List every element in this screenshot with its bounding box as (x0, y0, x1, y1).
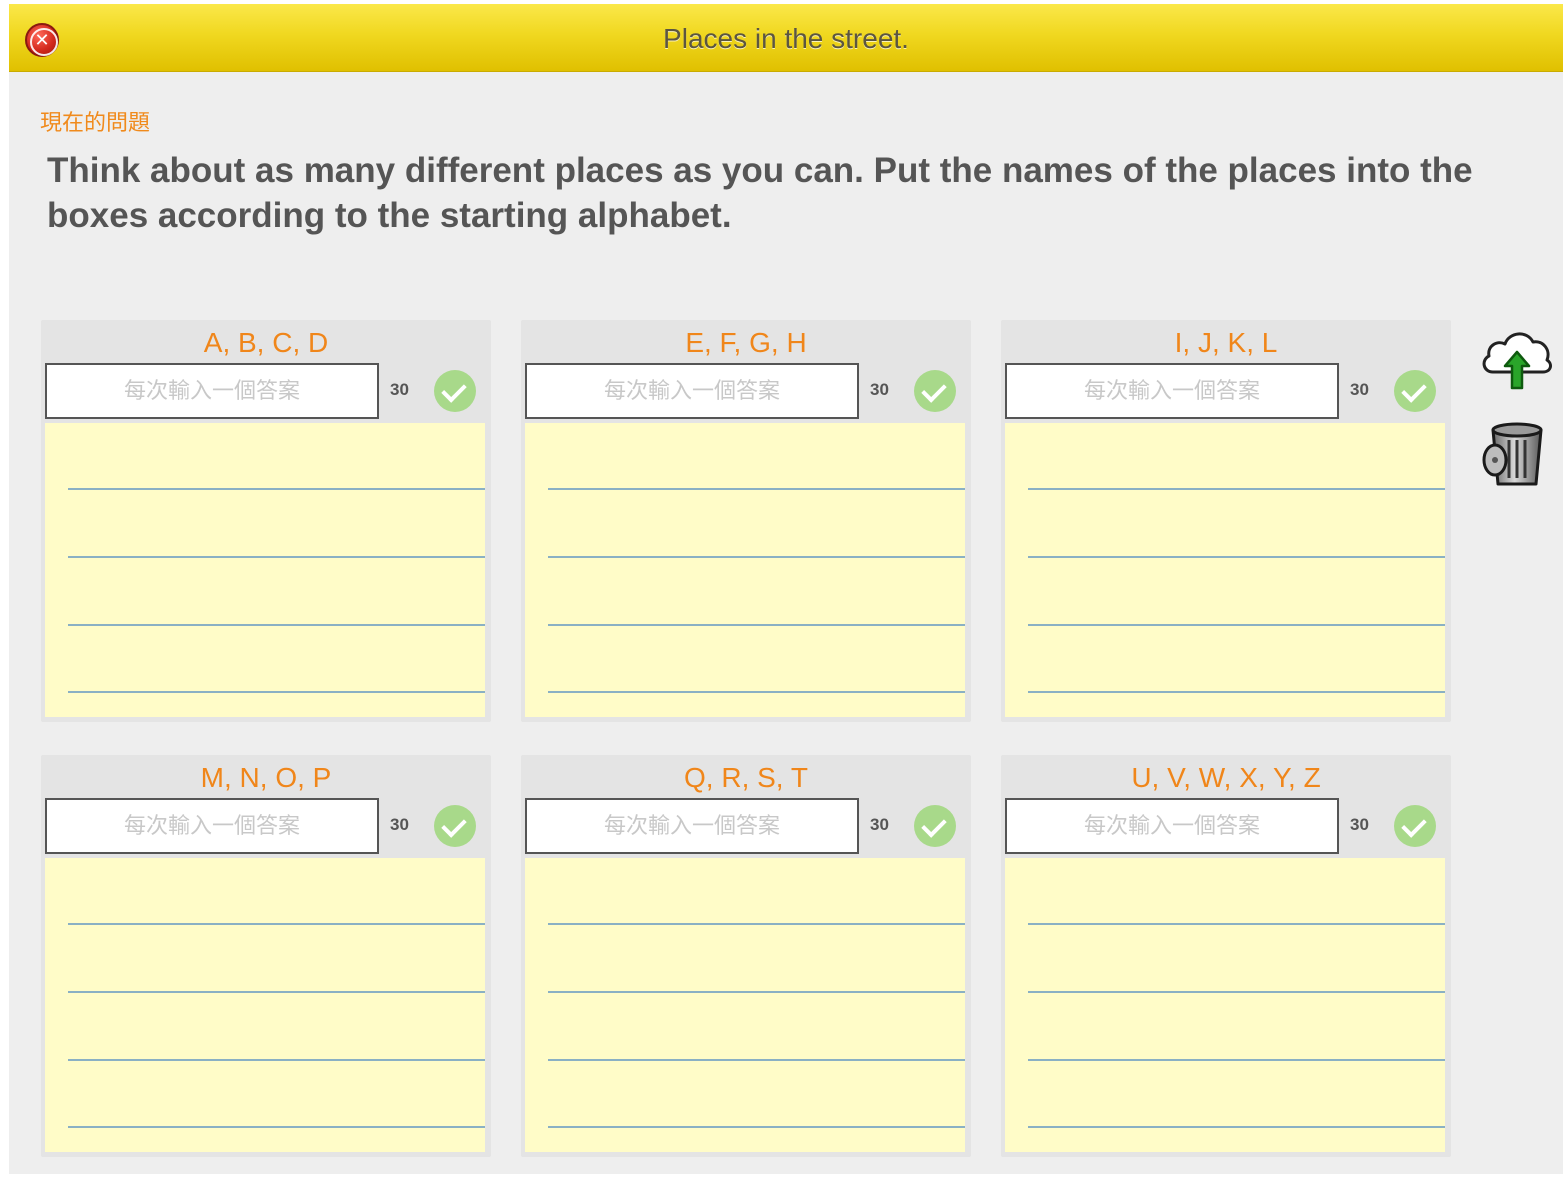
ruled-line (1028, 624, 1445, 626)
answer-count: 30 (1350, 380, 1369, 399)
app-window: ✕ Places in the street. 現在的問題 Think abou… (9, 4, 1563, 1174)
ruled-line (1028, 488, 1445, 490)
answer-input[interactable] (1005, 798, 1339, 854)
answer-input[interactable] (525, 798, 859, 854)
submit-check-button[interactable] (914, 805, 956, 847)
answer-card-uvwxyz: U, V, W, X, Y, Z 30 (1001, 755, 1451, 1157)
ruled-line (68, 691, 485, 693)
card-title: E, F, G, H (685, 327, 807, 358)
window-title: Places in the street. (663, 23, 909, 54)
answer-card-mnop: M, N, O, P 30 (41, 755, 491, 1157)
card-title: U, V, W, X, Y, Z (1131, 762, 1321, 793)
ruled-line (68, 624, 485, 626)
submit-check-button[interactable] (1394, 805, 1436, 847)
title-bar: ✕ Places in the street. (9, 4, 1563, 72)
answer-list-pad (525, 423, 965, 717)
submit-check-button[interactable] (914, 370, 956, 412)
ruled-line (548, 1126, 965, 1128)
ruled-line (68, 1059, 485, 1061)
ruled-line (1028, 691, 1445, 693)
answer-list-pad (525, 858, 965, 1152)
answer-input[interactable] (45, 363, 379, 419)
question-label: 現在的問題 (40, 110, 151, 135)
answer-input[interactable] (525, 363, 859, 419)
trash-can-icon (1482, 422, 1543, 486)
answer-count: 30 (390, 380, 409, 399)
ruled-line (68, 488, 485, 490)
answer-card-efgh: E, F, G, H 30 (521, 320, 971, 722)
card-title: M, N, O, P (200, 762, 332, 793)
ruled-line (548, 556, 965, 558)
ruled-line (68, 1126, 485, 1128)
ruled-line (1028, 1126, 1445, 1128)
card-title: A, B, C, D (203, 327, 329, 358)
answer-list-pad (1005, 423, 1445, 717)
answer-card-abcd: A, B, C, D 30 (41, 320, 491, 722)
answer-list-pad (1005, 858, 1445, 1152)
cloud-upload-icon (1482, 332, 1552, 390)
submit-check-button[interactable] (434, 805, 476, 847)
ruled-line (548, 624, 965, 626)
answer-card-ijkl: I, J, K, L 30 (1001, 320, 1451, 722)
ruled-line (548, 488, 965, 490)
ruled-line (68, 991, 485, 993)
answer-input[interactable] (45, 798, 379, 854)
answer-input[interactable] (1005, 363, 1339, 419)
card-title: Q, R, S, T (684, 762, 808, 793)
question-text: Think about as many different places as … (47, 151, 1473, 235)
answer-count: 30 (1350, 815, 1369, 834)
answer-count: 30 (870, 815, 889, 834)
ruled-line (68, 923, 485, 925)
ruled-line (548, 991, 965, 993)
answer-count: 30 (390, 815, 409, 834)
ruled-line (1028, 556, 1445, 558)
answer-list-pad (45, 858, 485, 1152)
ruled-line (68, 556, 485, 558)
card-title: I, J, K, L (1174, 327, 1278, 358)
ruled-line (548, 1059, 965, 1061)
ruled-line (1028, 923, 1445, 925)
ruled-line (548, 691, 965, 693)
submit-check-button[interactable] (1394, 370, 1436, 412)
ruled-line (548, 923, 965, 925)
ruled-line (1028, 991, 1445, 993)
answer-list-pad (45, 423, 485, 717)
answer-card-qrst: Q, R, S, T 30 (521, 755, 971, 1157)
delete-button[interactable] (1479, 414, 1555, 486)
upload-button[interactable] (1479, 322, 1555, 394)
answer-count: 30 (870, 380, 889, 399)
submit-check-button[interactable] (434, 370, 476, 412)
ruled-line (1028, 1059, 1445, 1061)
